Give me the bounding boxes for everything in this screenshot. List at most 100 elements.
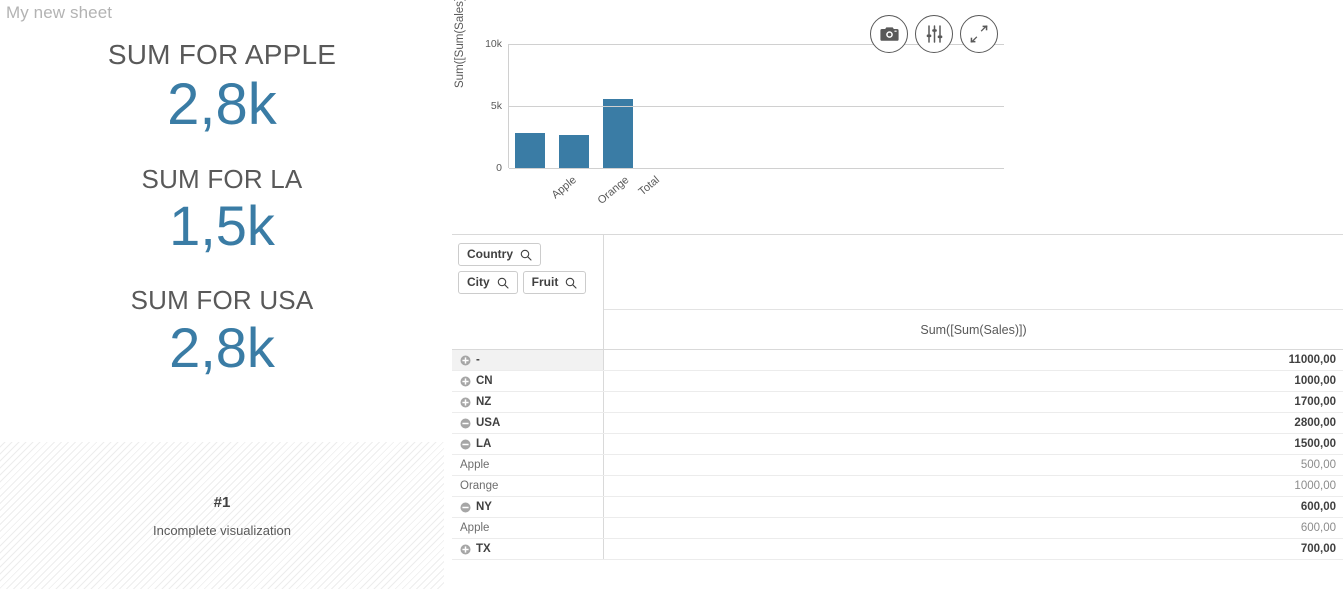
- x-tick-label: Total: [636, 174, 662, 199]
- kpi-card-apple[interactable]: SUM FOR APPLE 2,8k: [0, 39, 444, 137]
- row-label: -: [476, 354, 480, 366]
- row-dimension-cell[interactable]: LA: [452, 434, 604, 454]
- x-tick-label: Apple: [549, 174, 579, 202]
- dimension-button-country[interactable]: Country: [458, 243, 541, 267]
- dimension-label: City: [467, 275, 490, 290]
- row-label: LA: [476, 438, 492, 450]
- dimension-label: Country: [467, 247, 513, 261]
- kpi-title: SUM FOR LA: [141, 163, 303, 194]
- qlik-sheet: My new sheet SUM FOR APPLE 2,8k SUM FOR …: [0, 0, 1343, 589]
- expand-icon[interactable]: [460, 376, 476, 387]
- row-value-cell: 11000,00: [1288, 354, 1336, 366]
- chart-plot-region: Sum([Sum(Sales)]) 0 5k 10k Apple Orange Tota…: [452, 0, 1012, 214]
- snapshot-button[interactable]: [870, 15, 908, 53]
- kpi-value: 1,5k: [169, 194, 275, 258]
- bar-chart-object: Sum([Sum(Sales)]) 0 5k 10k Apple Orange Tota…: [452, 0, 1012, 218]
- table-row[interactable]: Orange 1000,00: [452, 476, 1343, 497]
- table-row[interactable]: USA 2800,00: [452, 413, 1343, 434]
- dimension-label: Fruit: [531, 275, 559, 290]
- row-label: Apple: [460, 522, 490, 534]
- plot-area: [508, 44, 1004, 169]
- row-dimension-cell[interactable]: Orange: [452, 476, 604, 496]
- search-icon[interactable]: [520, 249, 532, 261]
- kpi-title: SUM FOR USA: [130, 285, 314, 316]
- kpi-title: SUM FOR APPLE: [107, 39, 337, 70]
- dimension-row-city-fruit: City Fruit: [458, 271, 597, 295]
- gridline: [509, 168, 1004, 169]
- table-row[interactable]: CN 1000,00: [452, 371, 1343, 392]
- table-row[interactable]: Apple 500,00: [452, 455, 1343, 476]
- row-dimension-cell[interactable]: Apple: [452, 455, 604, 475]
- row-label: Apple: [460, 459, 490, 471]
- row-value-cell: 1000,00: [1294, 375, 1336, 387]
- bar[interactable]: [515, 133, 545, 168]
- chart-toolbar: [870, 15, 998, 53]
- pivot-table-object: Country City Fruit Sum([Sum(Sales)]) - 1…: [452, 234, 1343, 570]
- kpi-value: 2,8k: [167, 71, 277, 137]
- row-label: NZ: [476, 396, 492, 408]
- search-icon[interactable]: [565, 277, 577, 289]
- fullscreen-button[interactable]: [960, 15, 998, 53]
- row-value-cell: 500,00: [1300, 459, 1336, 471]
- search-icon[interactable]: [497, 277, 509, 289]
- camera-icon: [879, 26, 899, 42]
- measure-header-cell: Sum([Sum(Sales)]): [604, 235, 1343, 349]
- kpi-column: SUM FOR APPLE 2,8k SUM FOR LA 1,5k SUM F…: [0, 39, 444, 440]
- incomplete-visualization-placeholder[interactable]: #1 Incomplete visualization: [0, 442, 444, 589]
- table-row[interactable]: NZ 1700,00: [452, 392, 1343, 413]
- collapse-icon[interactable]: [460, 502, 476, 513]
- y-tick-label: 5k: [490, 100, 502, 112]
- dimension-button-fruit[interactable]: Fruit: [522, 271, 587, 295]
- row-value-cell: 2800,00: [1294, 417, 1336, 429]
- row-label: CN: [476, 375, 493, 387]
- expand-icon[interactable]: [460, 355, 476, 366]
- row-label: Orange: [460, 480, 499, 492]
- dimension-header-cell: Country City Fruit: [452, 235, 604, 349]
- dimension-row-country: Country: [458, 243, 597, 267]
- row-dimension-cell[interactable]: USA: [452, 413, 604, 433]
- row-value-cell: 700,00: [1300, 543, 1336, 555]
- row-dimension-cell[interactable]: -: [452, 350, 604, 370]
- placeholder-number: #1: [213, 493, 231, 511]
- row-label: TX: [476, 543, 491, 555]
- row-dimension-cell[interactable]: CN: [452, 371, 604, 391]
- measure-header-spacer: [604, 235, 1343, 310]
- row-dimension-cell[interactable]: NZ: [452, 392, 604, 412]
- bar[interactable]: [603, 98, 633, 168]
- kpi-card-la[interactable]: SUM FOR LA 1,5k: [0, 165, 444, 256]
- y-axis-title: Sum([Sum(Sales)]): [454, 0, 466, 88]
- y-tick-label: 0: [496, 162, 502, 174]
- x-axis-labels: Apple Orange Total: [508, 172, 1004, 214]
- x-tick-label: Orange: [595, 174, 632, 207]
- table-row[interactable]: NY 600,00: [452, 497, 1343, 518]
- table-row[interactable]: - 11000,00: [452, 350, 1343, 371]
- row-value-cell: 1000,00: [1294, 480, 1336, 492]
- row-value-cell: 1500,00: [1294, 438, 1336, 450]
- pivot-table-body: - 11000,00 CN 1000,00 NZ 1700,00 USA 2800,00…: [452, 349, 1343, 560]
- table-row[interactable]: Apple 600,00: [452, 518, 1343, 539]
- kpi-card-usa[interactable]: SUM FOR USA 2,8k: [0, 286, 444, 377]
- row-dimension-cell[interactable]: NY: [452, 497, 604, 517]
- row-label: NY: [476, 501, 492, 513]
- row-value-cell: 600,00: [1300, 522, 1336, 534]
- measure-header-label: Sum([Sum(Sales)]): [920, 322, 1027, 337]
- placeholder-message: Incomplete visualization: [152, 522, 292, 538]
- properties-button[interactable]: [915, 15, 953, 53]
- collapse-icon[interactable]: [460, 418, 476, 429]
- bar[interactable]: [559, 134, 589, 168]
- row-value-cell: 1700,00: [1294, 396, 1336, 408]
- row-dimension-cell[interactable]: TX: [452, 539, 604, 559]
- dimension-button-city[interactable]: City: [458, 271, 518, 295]
- pivot-table-header: Country City Fruit Sum([Sum(Sales)]): [452, 235, 1343, 349]
- gridline: [509, 106, 1004, 107]
- table-row[interactable]: TX 700,00: [452, 539, 1343, 560]
- expand-icon[interactable]: [460, 397, 476, 408]
- collapse-icon[interactable]: [460, 439, 476, 450]
- table-row[interactable]: LA 1500,00: [452, 434, 1343, 455]
- expand-icon: [970, 25, 988, 43]
- expand-icon[interactable]: [460, 544, 476, 555]
- sliders-icon: [925, 25, 944, 43]
- row-dimension-cell[interactable]: Apple: [452, 518, 604, 538]
- sheet-title: My new sheet: [6, 3, 113, 22]
- kpi-value: 2,8k: [169, 315, 275, 379]
